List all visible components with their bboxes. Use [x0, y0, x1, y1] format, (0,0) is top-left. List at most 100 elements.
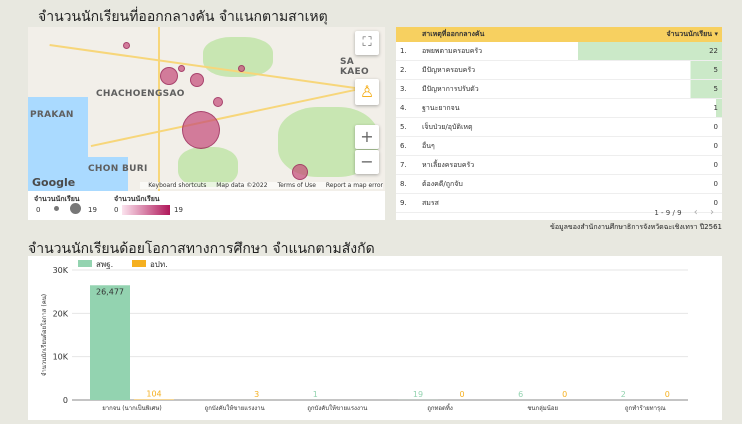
size-legend-min: 0 — [36, 206, 40, 214]
map-bubble[interactable] — [190, 73, 204, 87]
map-title: จำนวนนักเรียนที่ออกกลางคัน จำแนกตามสาเหต… — [38, 6, 328, 28]
y-tick-label: 20K — [53, 309, 69, 318]
row-number: 3. — [396, 85, 422, 93]
y-tick-label: 30K — [53, 266, 69, 275]
size-legend-large-dot — [70, 203, 81, 214]
row-count: 1 — [578, 99, 722, 117]
bar-data-label: 1 — [313, 390, 318, 399]
x-tick-label: ถูกทำร้ายทารุณ — [625, 405, 666, 412]
bar-data-label: 3 — [254, 390, 259, 399]
map-bubble[interactable] — [213, 97, 223, 107]
table-pager: 1 - 9 / 9 ‹ › — [654, 207, 714, 218]
row-count: 0 — [578, 137, 722, 155]
color-legend-gradient — [122, 205, 170, 215]
map-legend: จำนวนนักเรียน 0 19 จำนวนนักเรียน 0 19 — [28, 191, 385, 220]
size-legend-small-dot — [54, 206, 59, 211]
zoom-in-button[interactable]: + — [355, 125, 379, 149]
table-row[interactable]: 1.อพยพตามครอบครัว22 — [396, 42, 722, 61]
zoom-out-button[interactable]: − — [355, 150, 379, 174]
color-legend-max: 19 — [174, 206, 183, 214]
x-tick-label: ถูกทอดทิ้ง — [427, 402, 453, 412]
x-tick-label: ถูกบังคับให้ขายแรงงาน — [307, 404, 367, 412]
reason-table: สาเหตุที่ออกกลางคัน จำนวนนักเรียน ▾ 1.อพ… — [396, 27, 722, 220]
row-number: 8. — [396, 180, 422, 188]
table-row[interactable]: 7.หาเลี้ยงครอบครัว0 — [396, 156, 722, 175]
row-reason: มีปัญหาการปรับตัว — [422, 84, 578, 95]
row-number: 9. — [396, 199, 422, 207]
reason-column-header[interactable]: สาเหตุที่ออกกลางคัน — [422, 29, 578, 40]
pager-prev-button[interactable]: ‹ — [694, 207, 698, 218]
terms-link[interactable]: Terms of Use — [277, 182, 315, 189]
place-label: PRAKAN — [30, 110, 74, 120]
table-row[interactable]: 6.อื่นๆ0 — [396, 137, 722, 156]
map-bubble[interactable] — [182, 111, 220, 149]
map-bubble[interactable] — [292, 164, 308, 180]
bar-data-label: 104 — [146, 390, 161, 399]
bar-data-label: 19 — [413, 390, 423, 399]
map-data-text: Map data ©2022 — [216, 182, 267, 189]
row-reason: อพยพตามครอบครัว — [422, 46, 578, 57]
google-logo: Google — [32, 176, 75, 189]
legend-label: อปท. — [150, 260, 168, 269]
color-legend-title: จำนวนนักเรียน — [114, 194, 160, 205]
x-tick-label: ชนกลุ่มน้อย — [527, 405, 558, 412]
bubble-map[interactable]: CHACHOENGSAO SA KAEO PRAKAN CHON BURI ⛶ … — [28, 27, 385, 191]
row-number: 2. — [396, 66, 422, 74]
row-count: 5 — [578, 61, 722, 79]
bar-chart: 0 10K 20K 30K จำนวนนักเรียนด้อยโอกาส (คน) สพฐ… — [28, 256, 722, 420]
place-label: SA KAEO — [340, 57, 385, 77]
bar — [90, 285, 130, 400]
place-label: CHON BURI — [88, 164, 148, 174]
y-axis-label: จำนวนนักเรียนด้อยโอกาส (คน) — [40, 294, 48, 376]
row-count: 5 — [578, 80, 722, 98]
row-number: 1. — [396, 47, 422, 55]
map-footer: Keyboard shortcuts Map data ©2022 Terms … — [140, 182, 383, 189]
pegman-icon[interactable]: ♙ — [355, 79, 379, 105]
row-reason: ฐานะยากจน — [422, 103, 578, 114]
size-legend-max: 19 — [88, 206, 97, 214]
fullscreen-button[interactable]: ⛶ — [355, 31, 379, 55]
row-count: 0 — [578, 156, 722, 174]
bar-data-label: 2 — [621, 390, 626, 399]
row-reason: เจ็บป่วย/อุบัติเหตุ — [422, 122, 578, 133]
pager-range: 1 - 9 / 9 — [654, 209, 681, 217]
row-count: 0 — [578, 175, 722, 193]
row-number: 4. — [396, 104, 422, 112]
bar-data-label: 0 — [665, 390, 670, 399]
row-number: 7. — [396, 161, 422, 169]
row-reason: ต้องคดี/ถูกจับ — [422, 179, 578, 190]
pager-next-button[interactable]: › — [710, 207, 714, 218]
map-bubble[interactable] — [123, 42, 130, 49]
map-bubble[interactable] — [178, 65, 185, 72]
legend-label: สพฐ. — [96, 260, 113, 269]
table-row[interactable]: 5.เจ็บป่วย/อุบัติเหตุ0 — [396, 118, 722, 137]
table-row[interactable]: 2.มีปัญหาครอบครัว5 — [396, 61, 722, 80]
table-row[interactable]: 8.ต้องคดี/ถูกจับ0 — [396, 175, 722, 194]
row-count: 22 — [578, 42, 722, 60]
table-header: สาเหตุที่ออกกลางคัน จำนวนนักเรียน ▾ — [396, 27, 722, 42]
report-error-link[interactable]: Report a map error — [326, 182, 383, 189]
source-note: ข้อมูลของสำนักงานศึกษาธิการจังหวัดฉะเชิง… — [550, 222, 722, 233]
bar-data-label: 0 — [459, 390, 464, 399]
row-reason: สมรส — [422, 198, 578, 209]
table-body: 1.อพยพตามครอบครัว222.มีปัญหาครอบครัว53.ม… — [396, 42, 722, 213]
bar-data-label: 6 — [518, 390, 523, 399]
table-row[interactable]: 4.ฐานะยากจน1 — [396, 99, 722, 118]
x-tick-label: ถูกบังคับให้ขายแรงงาน — [205, 404, 265, 412]
table-row[interactable]: 3.มีปัญหาการปรับตัว5 — [396, 80, 722, 99]
color-legend-min: 0 — [114, 206, 118, 214]
y-tick-label: 0 — [63, 396, 68, 405]
x-tick-label: ยากจน (นากเป็นพิเศษ) — [102, 403, 162, 412]
park-area — [178, 147, 238, 187]
map-bubble[interactable] — [238, 65, 245, 72]
row-number: 6. — [396, 142, 422, 150]
map-bubble[interactable] — [160, 67, 178, 85]
y-tick-label: 10K — [53, 353, 69, 362]
row-reason: หาเลี้ยงครอบครัว — [422, 160, 578, 171]
road — [158, 27, 160, 191]
bar-data-label: 0 — [562, 390, 567, 399]
place-label: CHACHOENGSAO — [96, 89, 185, 99]
keyboard-shortcuts-link[interactable]: Keyboard shortcuts — [148, 182, 206, 189]
count-column-header[interactable]: จำนวนนักเรียน ▾ — [578, 27, 722, 42]
row-reason: อื่นๆ — [422, 141, 578, 152]
